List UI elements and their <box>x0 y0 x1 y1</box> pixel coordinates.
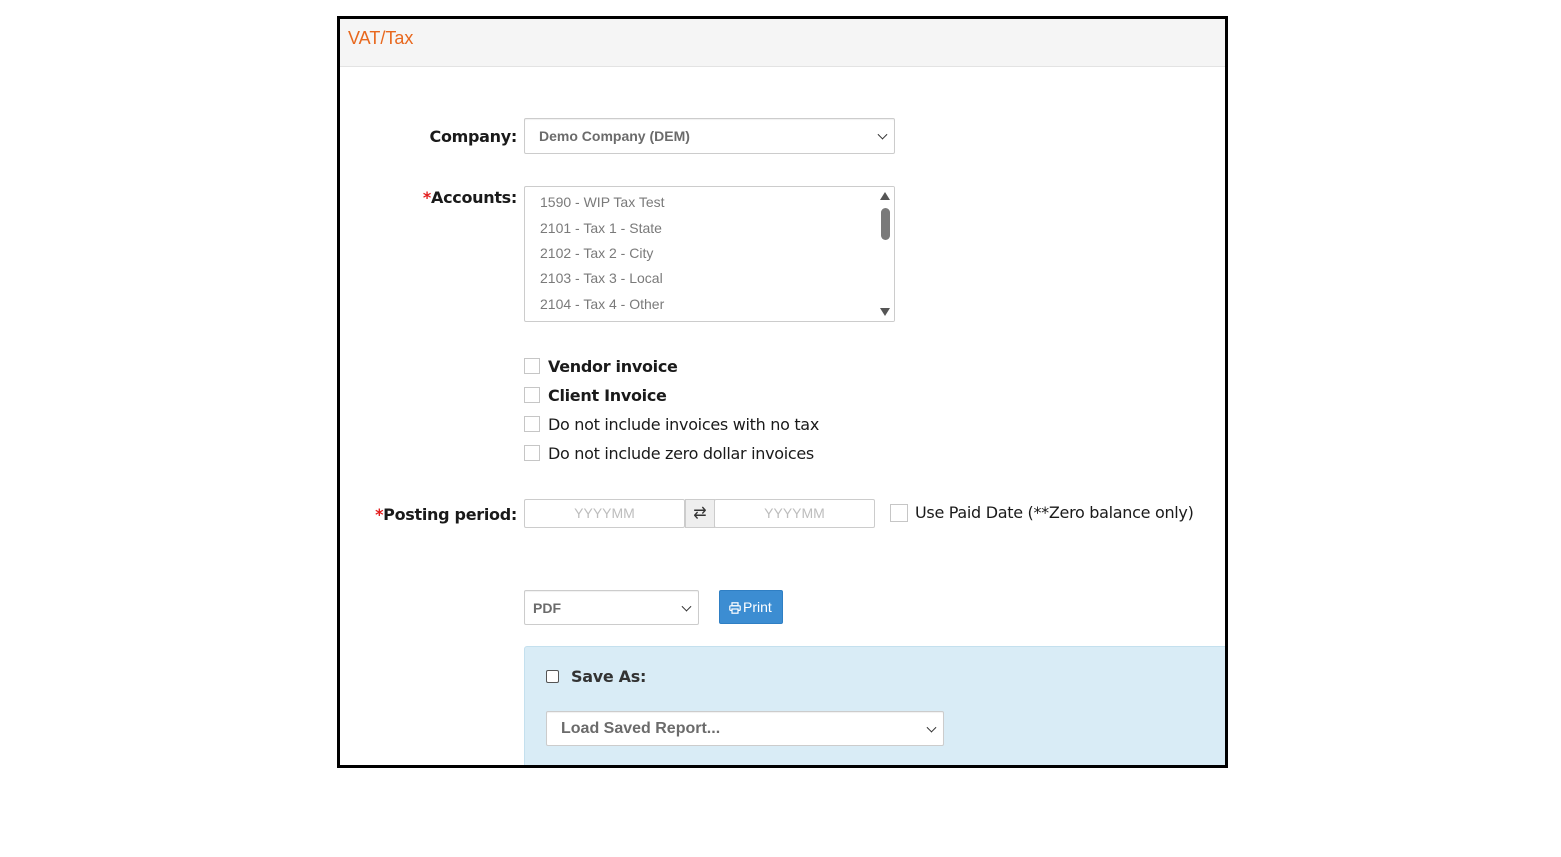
print-button[interactable]: Print <box>719 590 783 624</box>
print-button-label: Print <box>743 599 772 615</box>
scrollbar-thumb[interactable] <box>881 208 890 240</box>
no-tax-label: Do not include invoices with no tax <box>548 415 819 434</box>
company-selected-value: Demo Company (DEM) <box>539 128 690 144</box>
save-as-label: Save As: <box>571 667 647 686</box>
posting-period-from-input[interactable]: YYYYMM <box>524 499 685 528</box>
load-saved-report-select[interactable]: Load Saved Report... <box>546 711 944 746</box>
panel-title: VAT/Tax <box>348 28 414 48</box>
chevron-down-icon <box>926 722 937 733</box>
to-placeholder: YYYYMM <box>764 505 825 521</box>
accounts-label: *Accounts: <box>422 188 517 207</box>
save-as-checkbox[interactable] <box>546 670 559 683</box>
from-placeholder: YYYYMM <box>574 505 635 521</box>
use-paid-date-checkbox[interactable] <box>890 504 908 522</box>
company-label: Company: <box>429 127 518 146</box>
chevron-down-icon <box>681 601 692 612</box>
swap-button[interactable]: ⇄ <box>685 499 715 528</box>
client-invoice-checkbox[interactable] <box>524 387 540 403</box>
printer-icon <box>729 602 741 614</box>
list-item[interactable]: 1590 - WIP Tax Test <box>540 194 665 210</box>
report-panel: VAT/Tax Company: Demo Company (DEM) *Acc… <box>337 16 1228 768</box>
output-format-select[interactable]: PDF <box>524 590 699 625</box>
list-item[interactable]: 2104 - Tax 4 - Other <box>540 296 664 312</box>
posting-period-label: *Posting period: <box>375 505 517 524</box>
swap-icon: ⇄ <box>693 505 707 522</box>
company-select[interactable]: Demo Company (DEM) <box>524 118 895 154</box>
list-item[interactable]: 2103 - Tax 3 - Local <box>540 270 663 286</box>
accounts-listbox[interactable]: 1590 - WIP Tax Test 2101 - Tax 1 - State… <box>524 186 895 322</box>
save-report-panel: Save As: Load Saved Report... <box>524 646 1225 765</box>
client-invoice-label: Client Invoice <box>548 386 667 405</box>
scroll-up-arrow-icon[interactable] <box>880 192 890 200</box>
zero-dollar-checkbox[interactable] <box>524 445 540 461</box>
required-marker: * <box>375 505 384 524</box>
scroll-down-arrow-icon[interactable] <box>880 308 890 316</box>
use-paid-date-label: Use Paid Date (**Zero balance only) <box>915 503 1194 522</box>
chevron-down-icon <box>877 129 888 140</box>
load-saved-report-value: Load Saved Report... <box>561 719 721 737</box>
output-format-value: PDF <box>533 599 561 616</box>
vendor-invoice-label: Vendor invoice <box>548 357 678 376</box>
listbox-scrollbar[interactable] <box>877 187 894 321</box>
required-marker: * <box>422 188 431 207</box>
zero-dollar-label: Do not include zero dollar invoices <box>548 444 814 463</box>
posting-period-to-input[interactable]: YYYYMM <box>714 499 875 528</box>
no-tax-checkbox[interactable] <box>524 416 540 432</box>
panel-header: VAT/Tax <box>340 19 1225 67</box>
list-item[interactable]: 2101 - Tax 1 - State <box>540 220 662 236</box>
list-item[interactable]: 2102 - Tax 2 - City <box>540 245 653 261</box>
vendor-invoice-checkbox[interactable] <box>524 358 540 374</box>
